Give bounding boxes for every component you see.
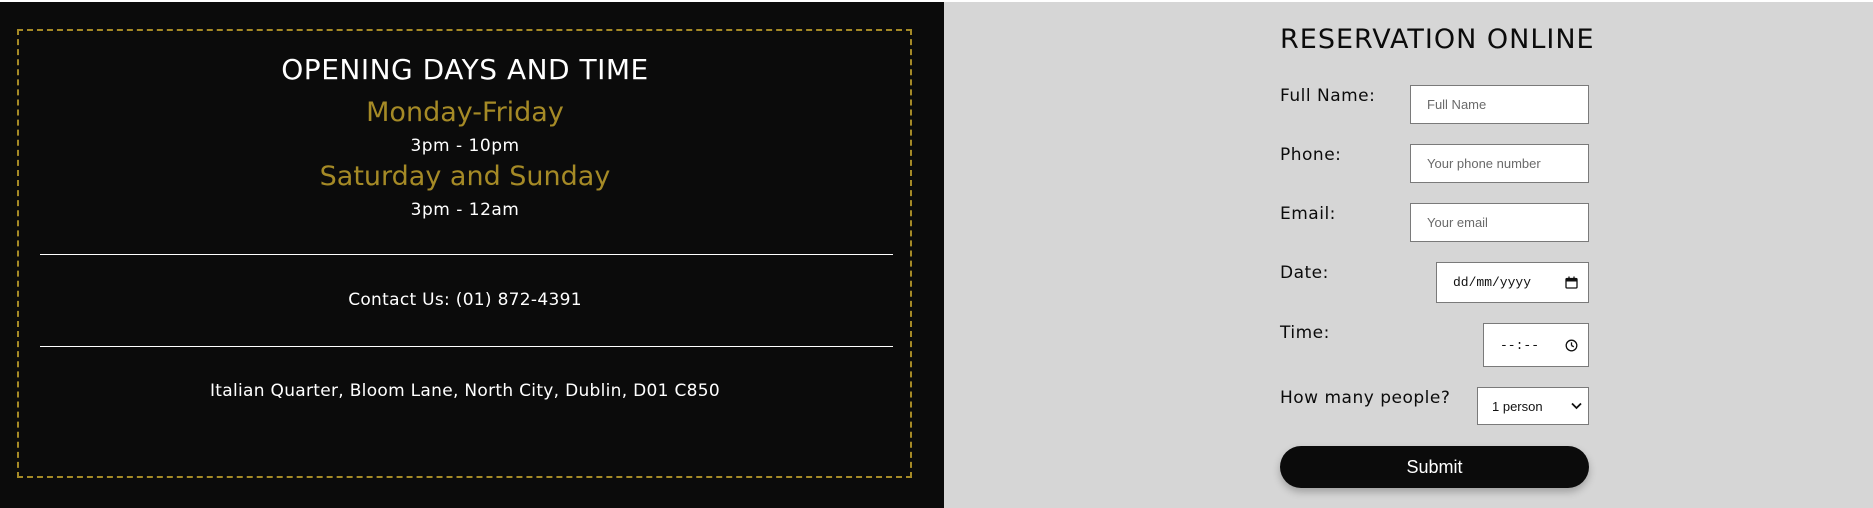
submit-button[interactable]: Submit [1280, 446, 1589, 488]
full-name-input[interactable] [1410, 85, 1589, 124]
people-select[interactable]: 1 person [1477, 387, 1589, 425]
divider [40, 254, 893, 255]
reservation-panel [944, 2, 1873, 508]
clock-icon[interactable] [1565, 339, 1578, 352]
people-label: How many people? [1280, 388, 1451, 408]
people-selected: 1 person [1492, 398, 1543, 414]
calendar-icon[interactable] [1565, 276, 1578, 289]
email-label: Email: [1280, 204, 1336, 224]
hours-title: OPENING DAYS AND TIME [281, 53, 649, 86]
address-text: Italian Quarter, Bloom Lane, North City,… [209, 381, 720, 401]
date-value: dd/mm/yyyy [1453, 275, 1532, 290]
email-input[interactable] [1410, 203, 1589, 242]
phone-input[interactable] [1410, 144, 1589, 183]
date-input[interactable]: dd/mm/yyyy [1436, 262, 1589, 303]
weekdays-label: Monday-Friday [366, 97, 564, 128]
time-value: --:-- [1500, 337, 1540, 353]
chevron-down-icon[interactable] [1571, 402, 1582, 410]
weekend-label: Saturday and Sunday [319, 161, 611, 192]
divider [40, 346, 893, 347]
page: OPENING DAYS AND TIME Monday-Friday 3pm … [0, 0, 1873, 508]
date-label: Date: [1280, 263, 1329, 283]
time-input[interactable]: --:-- [1483, 323, 1589, 367]
time-label: Time: [1280, 323, 1330, 343]
full-name-label: Full Name: [1280, 86, 1376, 106]
contact-text: Contact Us: (01) 872-4391 [348, 290, 582, 310]
reservation-title: RESERVATION ONLINE [1280, 24, 1595, 55]
weekdays-time: 3pm - 10pm [410, 136, 520, 156]
phone-label: Phone: [1280, 145, 1342, 165]
weekend-time: 3pm - 12am [410, 200, 520, 220]
